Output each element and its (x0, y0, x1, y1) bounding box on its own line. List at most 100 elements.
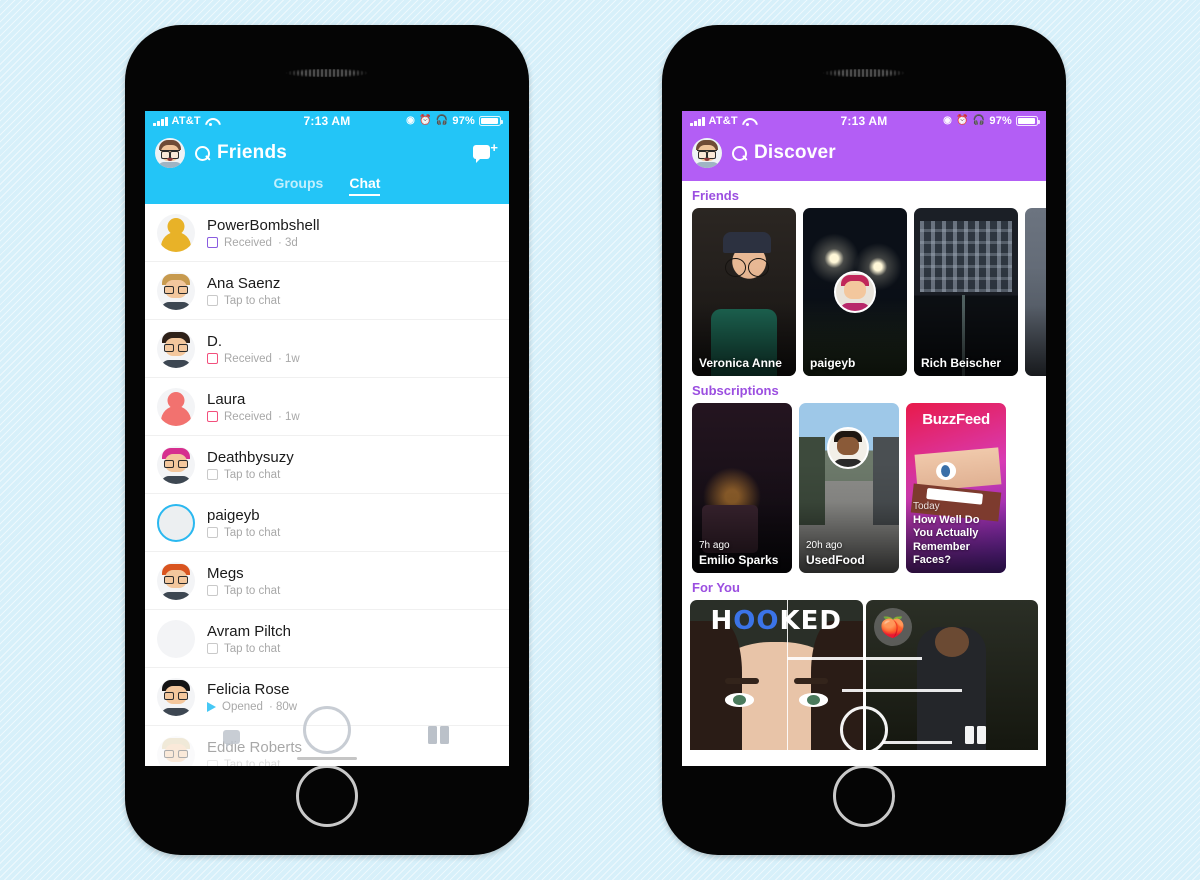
location-arrow-icon: ◉ (943, 115, 953, 126)
chat-name: PowerBombshell (207, 216, 320, 234)
avatar[interactable] (157, 271, 195, 310)
chat-time: · 80w (268, 700, 298, 713)
chat-square-icon (207, 585, 218, 596)
chat-meta: Ana Saenz Tap to chat (207, 275, 497, 307)
chat-row[interactable]: Deathbysuzy Tap to chat (145, 436, 509, 494)
avatar[interactable] (157, 736, 195, 766)
story-card[interactable]: Veronica Anne (692, 208, 796, 376)
avatar[interactable] (157, 213, 195, 252)
phone-right: AT&T 7:13 AM ◉ ⏰ 🎧 97% Discover Friends … (662, 25, 1066, 855)
chat-meta: Laura Received · 1w (207, 391, 497, 423)
chat-row[interactable]: Megs Tap to chat (145, 552, 509, 610)
chat-status-text: Tap to chat (224, 526, 281, 539)
chat-row[interactable]: D. Received · 1w (145, 320, 509, 378)
home-button[interactable] (833, 765, 895, 827)
chat-row[interactable]: Avram Piltch Tap to chat (145, 610, 509, 668)
search-icon (195, 145, 210, 161)
received-square-icon (207, 411, 218, 422)
chat-status: Tap to chat (207, 585, 497, 597)
chat-time: · 1w (277, 352, 300, 365)
signal-bars-icon (690, 116, 705, 126)
screen-discover: AT&T 7:13 AM ◉ ⏰ 🎧 97% Discover Friends … (682, 111, 1046, 766)
chat-status-text: Tap to chat (224, 468, 281, 481)
story-timestamp: 7h ago (699, 540, 730, 551)
story-today-label: Today (913, 501, 940, 513)
story-card[interactable]: BuzzFeed Today How Well Do You Actually Re… (906, 403, 1006, 573)
search-icon (732, 145, 747, 161)
chat-meta: paigeyb Tap to chat (207, 507, 497, 539)
story-caption: Veronica Anne (699, 356, 782, 370)
alarm-icon: ⏰ (419, 115, 432, 126)
chat-row[interactable]: Ana Saenz Tap to chat (145, 262, 509, 320)
new-chat-icon[interactable]: + (473, 141, 499, 165)
chat-status: Received · 3d (207, 237, 497, 249)
section-title: Friends (692, 188, 739, 203)
chat-meta: Felicia Rose Opened · 80w (207, 681, 497, 713)
card-gradient (692, 208, 796, 376)
bitmoji-avatar[interactable] (155, 138, 185, 168)
chat-square-icon (207, 643, 218, 654)
chat-meta: PowerBombshell Received · 3d (207, 217, 497, 249)
avatar[interactable] (157, 677, 195, 716)
chat-status-text: Received (224, 352, 272, 365)
chat-name: Laura (207, 390, 246, 408)
story-card[interactable]: HOOKED (690, 600, 863, 750)
signal-bars-icon (153, 116, 168, 126)
chat-name: D. (207, 332, 222, 350)
home-button[interactable] (296, 765, 358, 827)
wifi-icon (205, 117, 217, 126)
chat-row[interactable]: Eddie Roberts Tap to chat (145, 726, 509, 766)
screen-friends: AT&T 7:13 AM ◉ ⏰ 🎧 97% Friends + Groups … (145, 111, 509, 766)
tab-chat[interactable]: Chat (349, 175, 381, 196)
location-arrow-icon: ◉ (406, 115, 416, 126)
phone-left: AT&T 7:13 AM ◉ ⏰ 🎧 97% Friends + Groups … (125, 25, 529, 855)
chat-name: Megs (207, 564, 244, 582)
avatar[interactable] (157, 387, 195, 426)
chat-name: Eddie Roberts (207, 739, 303, 756)
chat-square-icon (207, 469, 218, 480)
chat-time: · 3d (277, 236, 298, 249)
discover-feed[interactable]: Friends Veronica Anne paigeyb Rich Beischer… (682, 181, 1046, 766)
story-card[interactable]: 20h ago UsedFood (799, 403, 899, 573)
chat-list[interactable]: PowerBombshell Received · 3d Ana Saenz Tap … (145, 204, 509, 766)
story-caption: Emilio Sparks (699, 553, 779, 567)
avatar[interactable] (157, 329, 195, 368)
chat-row[interactable]: PowerBombshell Received · 3d (145, 204, 509, 262)
chat-status: Received · 1w (207, 353, 497, 365)
card-gradient (1025, 208, 1046, 376)
chat-status: Tap to chat (207, 469, 497, 481)
received-square-icon (207, 237, 218, 248)
avatar[interactable] (157, 619, 195, 658)
subscriptions-row: 7h ago Emilio Sparks 20h ago UsedFood BuzzFe… (682, 403, 1046, 573)
chat-row[interactable]: Felicia Rose Opened · 80w (145, 668, 509, 726)
story-card[interactable]: 7h ago Emilio Sparks (692, 403, 792, 573)
page-title: Friends (217, 142, 288, 163)
story-card[interactable]: Rich Beischer (914, 208, 1018, 376)
avatar[interactable] (157, 561, 195, 600)
story-card[interactable]: paigeyb (803, 208, 907, 376)
story-card[interactable] (1025, 208, 1046, 376)
chat-row[interactable]: Laura Received · 1w (145, 378, 509, 436)
status-bar-right: AT&T 7:13 AM ◉ ⏰ 🎧 97% (682, 111, 1046, 131)
avatar[interactable] (157, 503, 195, 542)
chat-status-text: Opened (222, 700, 263, 713)
battery-percent: 97% (452, 115, 475, 127)
avatar[interactable] (157, 445, 195, 484)
received-square-icon (207, 353, 218, 364)
tab-groups[interactable]: Groups (274, 175, 324, 196)
chat-status: Tap to chat (207, 643, 497, 655)
chat-row[interactable]: paigeyb Tap to chat (145, 494, 509, 552)
chat-name: Felicia Rose (207, 680, 290, 698)
story-card[interactable]: 🍑 (865, 600, 1038, 750)
battery-icon (1016, 116, 1040, 126)
search-bar[interactable]: Friends (195, 142, 463, 164)
alarm-icon: ⏰ (956, 115, 969, 126)
chat-time: · 1w (277, 410, 300, 423)
search-bar[interactable]: Discover (732, 142, 1036, 164)
chat-name: paigeyb (207, 506, 260, 524)
tab-bar: Groups Chat (155, 175, 499, 204)
headphones-icon: 🎧 (435, 115, 449, 126)
chat-name: Avram Piltch (207, 622, 291, 640)
story-bitmoji-avatar (834, 271, 876, 313)
bitmoji-avatar[interactable] (692, 138, 722, 168)
